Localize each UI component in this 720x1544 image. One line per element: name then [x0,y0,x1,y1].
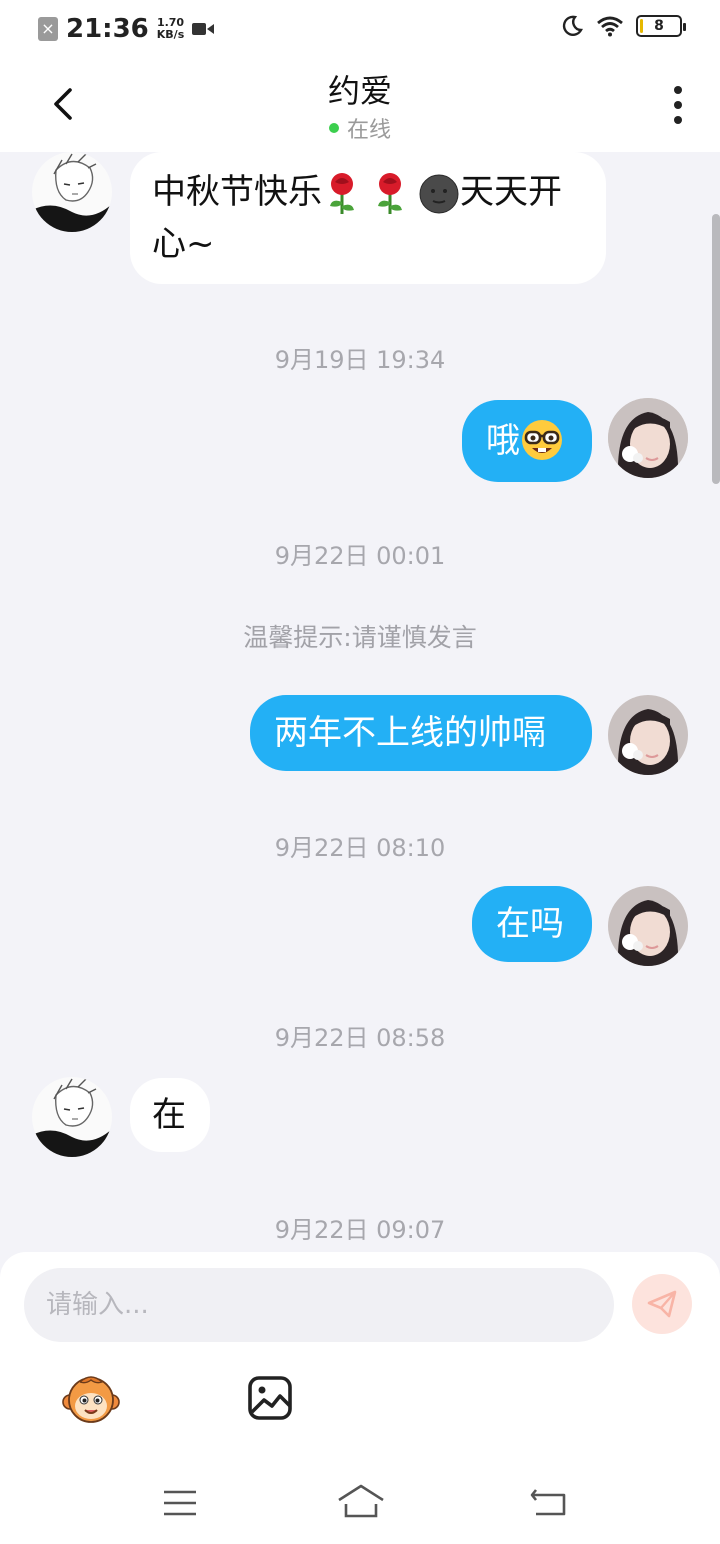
online-status: 在线 [0,112,720,144]
avatar-illustration [32,1077,112,1157]
message-bubble-outgoing[interactable]: 在吗 [472,886,592,962]
status-time: 21:36 [66,14,149,44]
home-icon[interactable] [336,1482,386,1522]
chat-title: 约爱 [327,72,392,110]
contact-avatar[interactable] [32,152,112,232]
dark-moon-face-emoji-icon [419,174,459,213]
avatar-photo [608,398,688,478]
send-button[interactable] [632,1274,692,1334]
rose-emoji-icon [378,172,402,214]
message-bubble-outgoing[interactable]: 哦 [462,400,592,482]
status-bar: × 21:36 1.70 KB/s 8 [0,0,720,56]
my-avatar[interactable] [608,398,688,478]
avatar-photo [608,695,688,775]
moon-icon [562,15,583,36]
message-timestamp: 9月22日 08:58 [274,1024,446,1052]
monkey-emoji-icon[interactable] [62,1370,120,1428]
rose-emoji-icon [330,172,354,214]
back-nav-icon[interactable] [530,1486,568,1518]
image-icon[interactable] [246,1374,294,1422]
message-timestamp: 9月22日 00:01 [274,542,446,570]
video-camera-icon [192,23,215,35]
contact-avatar[interactable] [32,1077,112,1157]
nerd-face-emoji-icon [522,419,562,460]
more-options-button[interactable] [672,86,684,124]
battery-icon: 8 [636,15,686,37]
more-dot-icon [674,101,682,109]
network-speed: 1.70 KB/s [156,16,185,41]
chat-header: 约爱 在线 [0,56,720,152]
message-bubble-incoming[interactable]: 中秋节快乐 天天开 心~ [130,152,606,284]
system-notice: 温馨提示:请谨慎发言 [243,623,477,652]
message-timestamp: 9月22日 09:07 [274,1216,446,1244]
more-dot-icon [674,86,682,94]
avatar-illustration [32,152,112,232]
message-bubble-incoming[interactable]: 在 [130,1078,210,1152]
paper-plane-icon [647,1290,677,1318]
battery-level: 8 [654,18,664,34]
notification-icon: × [38,17,58,41]
more-dot-icon [674,116,682,124]
message-input[interactable] [24,1268,614,1342]
system-nav-bar [0,1468,720,1544]
my-avatar[interactable] [608,886,688,966]
message-bubble-outgoing[interactable]: 两年不上线的帅嗝 [250,695,592,771]
message-timestamp: 9月22日 08:10 [274,834,446,862]
message-timestamp: 9月19日 19:34 [274,346,446,374]
menu-icon[interactable] [162,1488,198,1518]
wifi-icon [597,16,623,37]
avatar-photo [608,886,688,966]
my-avatar[interactable] [608,695,688,775]
online-dot-icon [328,123,339,133]
